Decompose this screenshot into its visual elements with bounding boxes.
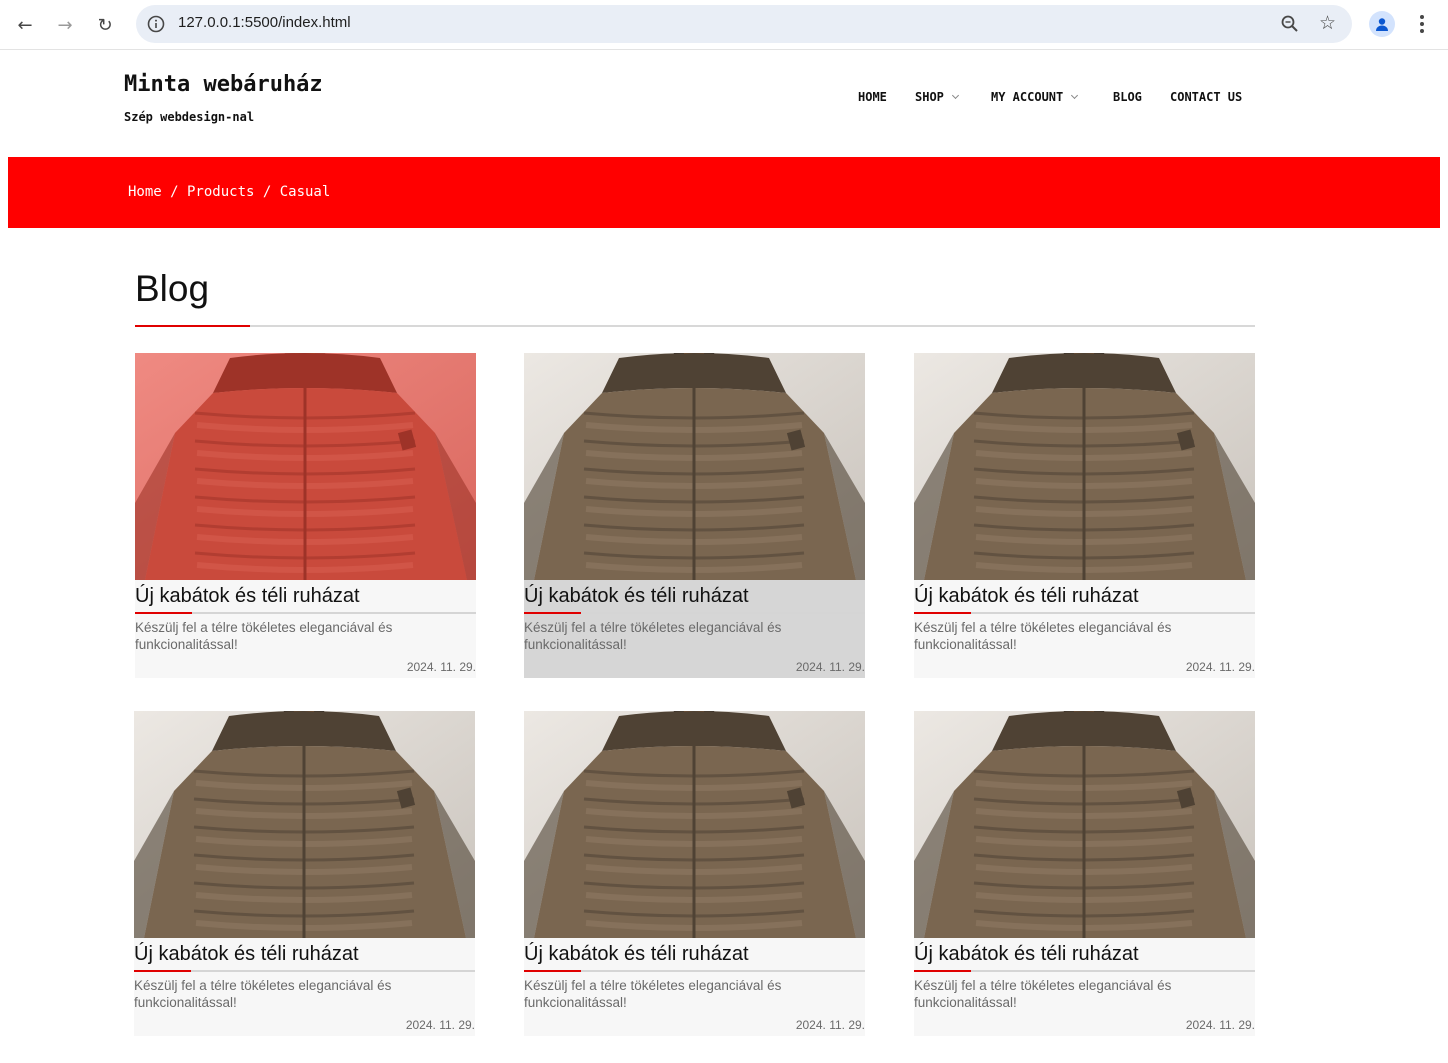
back-arrow-icon[interactable]: ←: [9, 9, 41, 41]
post-title[interactable]: Új kabátok és téli ruházat: [134, 943, 359, 966]
blog-post-card[interactable]: Új kabátok és téli ruházat Készülj fel a…: [134, 711, 475, 1036]
blog-post-card[interactable]: Új kabátok és téli ruházat Készülj fel a…: [524, 353, 865, 678]
post-image[interactable]: [914, 353, 1255, 580]
post-image[interactable]: [524, 353, 865, 580]
nav-blog[interactable]: BLOG: [1113, 90, 1142, 104]
title-divider-accent: [135, 325, 250, 327]
page-title: Blog: [135, 268, 210, 309]
post-title[interactable]: Új kabátok és téli ruházat: [524, 943, 749, 966]
forward-arrow-icon[interactable]: →: [49, 9, 81, 41]
nav-blog-label: BLOG: [1113, 90, 1142, 104]
chevron-down-icon: [1071, 91, 1079, 99]
address-bar[interactable]: 127.0.0.1:5500/index.html ☆: [136, 5, 1352, 43]
post-title[interactable]: Új kabátok és téli ruházat: [135, 585, 360, 608]
post-title[interactable]: Új kabátok és téli ruházat: [914, 585, 1139, 608]
site-info-icon[interactable]: [146, 14, 166, 34]
post-divider-accent: [135, 612, 192, 614]
reload-icon[interactable]: ↻: [89, 9, 121, 41]
post-divider-accent: [524, 612, 581, 614]
chevron-down-icon: [951, 91, 959, 99]
more-menu-icon[interactable]: [1412, 11, 1432, 37]
url-text[interactable]: 127.0.0.1:5500/index.html: [178, 14, 351, 31]
bookmark-star-icon[interactable]: ☆: [1319, 13, 1336, 33]
nav-my-account[interactable]: MY ACCOUNT: [991, 90, 1079, 104]
title-divider: [135, 325, 1255, 327]
breadcrumb-banner: Home / Products / Casual: [8, 157, 1440, 228]
post-date: 2024. 11. 29.: [1185, 660, 1255, 674]
nav-contact-us-label: CONTACT US: [1170, 90, 1243, 104]
profile-icon[interactable]: [1369, 11, 1395, 37]
post-date: 2024. 11. 29.: [406, 660, 476, 674]
post-excerpt: Készülj fel a télre tökéletes eleganciáv…: [524, 978, 782, 1010]
nav-home[interactable]: HOME: [858, 90, 887, 104]
post-divider-accent: [524, 970, 581, 972]
nav-shop-label: SHOP: [915, 90, 944, 104]
blog-post-card[interactable]: Új kabátok és téli ruházat Készülj fel a…: [135, 353, 476, 678]
site-title[interactable]: Minta webáruház: [124, 72, 323, 97]
nav-home-label: HOME: [858, 90, 887, 104]
post-excerpt: Készülj fel a télre tökéletes eleganciáv…: [134, 978, 392, 1010]
nav-shop[interactable]: SHOP: [915, 90, 959, 104]
post-image[interactable]: [134, 711, 475, 938]
post-divider-accent: [914, 612, 971, 614]
blog-post-card[interactable]: Új kabátok és téli ruházat Készülj fel a…: [914, 353, 1255, 678]
post-date: 2024. 11. 29.: [405, 1018, 475, 1032]
post-date: 2024. 11. 29.: [795, 660, 865, 674]
post-image[interactable]: [135, 353, 476, 580]
blog-post-card[interactable]: Új kabátok és téli ruházat Készülj fel a…: [914, 711, 1255, 1036]
site-tagline: Szép webdesign-nal: [124, 110, 255, 124]
post-image[interactable]: [524, 711, 865, 938]
post-title[interactable]: Új kabátok és téli ruházat: [914, 943, 1139, 966]
post-date: 2024. 11. 29.: [795, 1018, 865, 1032]
post-excerpt: Készülj fel a télre tökéletes eleganciáv…: [524, 620, 782, 652]
nav-my-account-label: MY ACCOUNT: [991, 90, 1064, 104]
zoom-icon[interactable]: [1280, 14, 1300, 34]
post-divider-accent: [134, 970, 191, 972]
post-date: 2024. 11. 29.: [1185, 1018, 1255, 1032]
post-title[interactable]: Új kabátok és téli ruházat: [524, 585, 749, 608]
blog-post-card[interactable]: Új kabátok és téli ruházat Készülj fel a…: [524, 711, 865, 1036]
nav-contact-us[interactable]: CONTACT US: [1170, 90, 1242, 104]
post-divider-accent: [914, 970, 971, 972]
breadcrumb[interactable]: Home / Products / Casual: [128, 184, 330, 200]
post-image[interactable]: [914, 711, 1255, 938]
post-excerpt: Készülj fel a télre tökéletes eleganciáv…: [914, 620, 1172, 652]
browser-toolbar: ← → ↻ 127.0.0.1:5500/index.html ☆: [0, 0, 1448, 50]
post-excerpt: Készülj fel a télre tökéletes eleganciáv…: [914, 978, 1172, 1010]
post-excerpt: Készülj fel a télre tökéletes eleganciáv…: [135, 620, 393, 652]
